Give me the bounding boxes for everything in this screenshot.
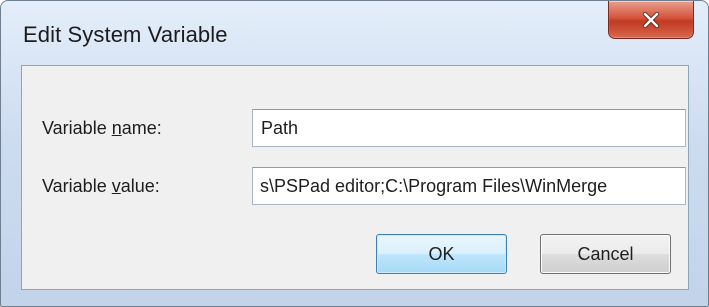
variable-value-label: Variable value: (42, 176, 160, 196)
dialog-body: Variable name: Path Variable value: s\PS… (21, 65, 689, 290)
variable-value-input[interactable]: s\PSPad editor;C:\Program Files\WinMerge (252, 167, 686, 205)
variable-name-label: Variable name: (42, 118, 162, 138)
dialog-title: Edit System Variable (23, 22, 228, 47)
cancel-button[interactable]: Cancel (540, 234, 671, 274)
close-icon (642, 11, 660, 28)
variable-name-input[interactable]: Path (252, 109, 686, 147)
close-button[interactable] (608, 1, 694, 39)
edit-system-variable-dialog: Edit System Variable Variable name: Path… (0, 0, 709, 307)
ok-button[interactable]: OK (376, 234, 507, 274)
title-bar[interactable]: Edit System Variable (1, 1, 708, 65)
